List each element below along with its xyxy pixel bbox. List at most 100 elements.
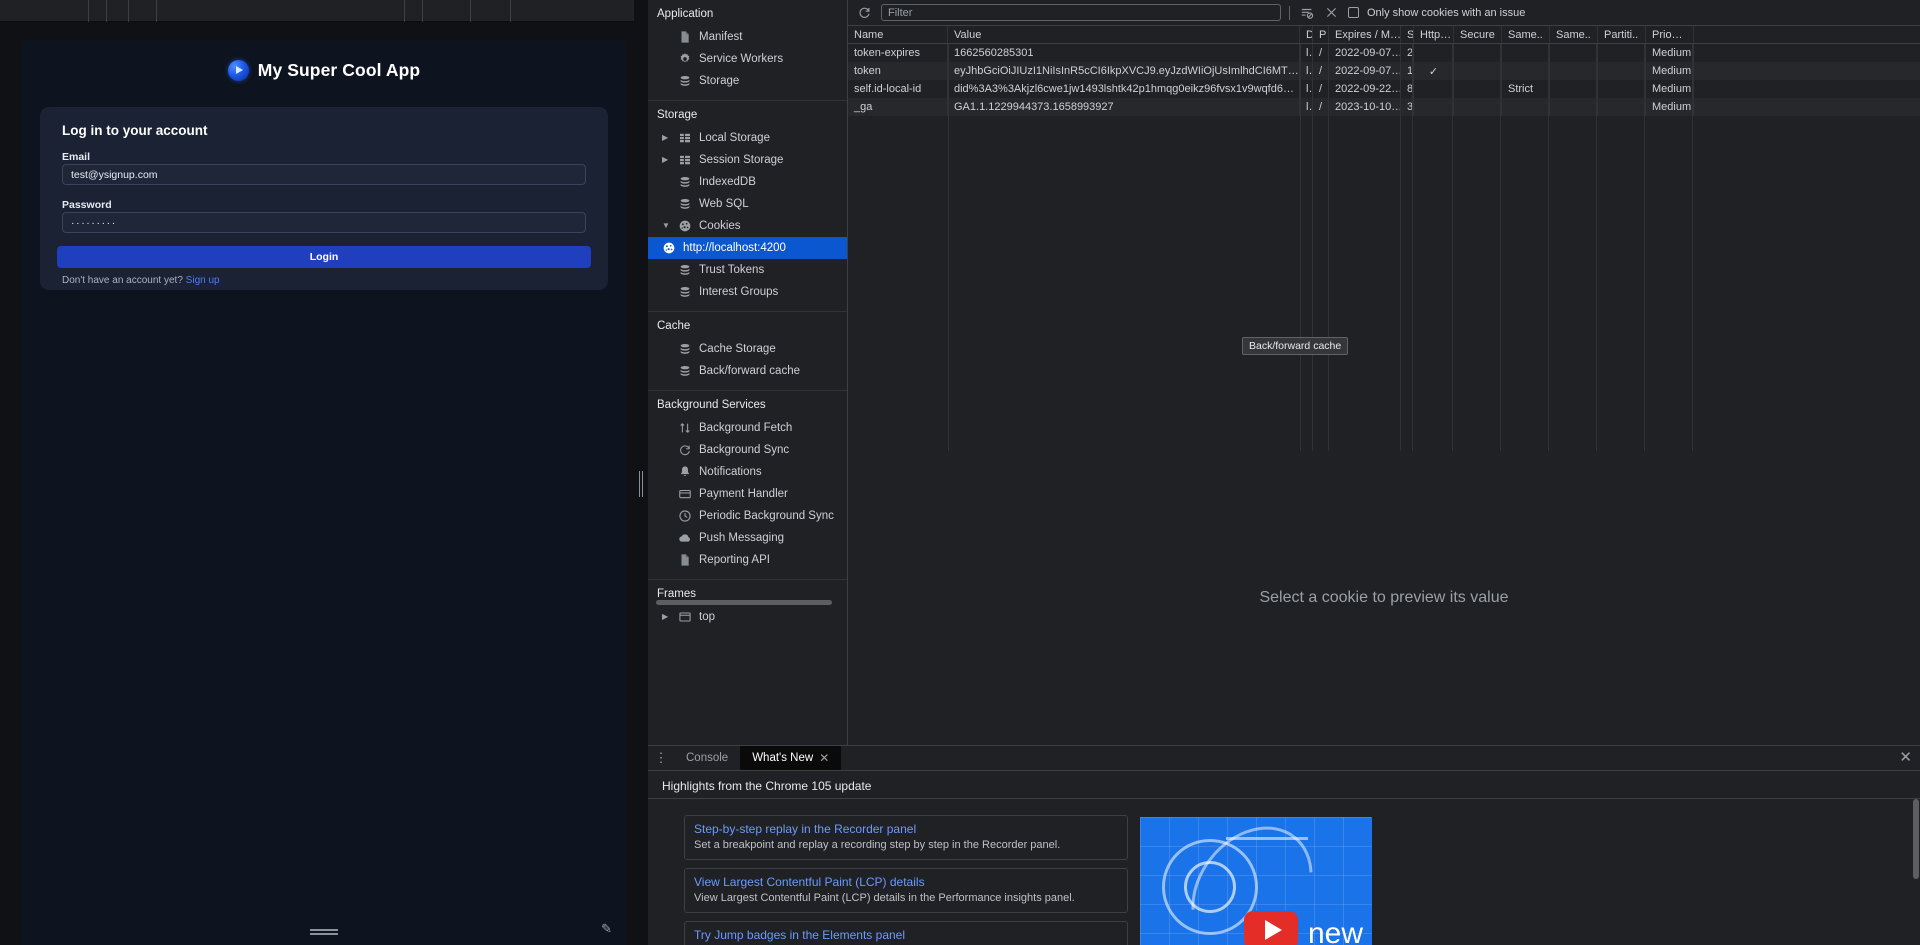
table-empty-row	[848, 304, 1920, 322]
drawer-scrollbar[interactable]	[1913, 799, 1919, 879]
password-field[interactable]	[62, 212, 586, 233]
sidebar-item-background-fetch[interactable]: ▶Background Fetch	[648, 417, 847, 439]
sidebar-item-payment-handler[interactable]: ▶Payment Handler	[648, 483, 847, 505]
close-icon[interactable]	[1323, 4, 1340, 21]
column-header[interactable]: Http…	[1414, 26, 1454, 43]
drawer-tab-console[interactable]: Console	[674, 746, 740, 770]
column-header[interactable]: Value	[948, 26, 1300, 43]
cell-d: l…	[1300, 44, 1313, 62]
whats-new-video-thumbnail[interactable]: new	[1140, 817, 1372, 945]
password-label: Password	[62, 199, 112, 211]
cell-value: GA1.1.1229944373.1658993927	[948, 98, 1300, 116]
column-header[interactable]: Same..	[1502, 26, 1550, 43]
sidebar-item-local-storage[interactable]: ▶ Local Storage	[648, 127, 847, 149]
sidebar-group-cache: Cache ▶Cache Storage▶Back/forward cache	[648, 312, 847, 391]
cell-value: 1662560285301	[948, 44, 1300, 62]
whats-new-card-title[interactable]: View Largest Contentful Paint (LCP) deta…	[694, 875, 1118, 889]
chevron-right-icon[interactable]: ▶	[662, 613, 671, 621]
panel-splitter[interactable]	[634, 0, 648, 945]
cell-p: /	[1313, 62, 1329, 80]
app-header: My Super Cool App	[22, 40, 626, 100]
sidebar-item-http-localhost-4200[interactable]: ▶http://localhost:4200	[648, 237, 847, 259]
chevron-right-icon[interactable]: ▶	[662, 134, 671, 142]
sidebar-item-web-sql[interactable]: ▶Web SQL	[648, 193, 847, 215]
signup-row: Don't have an account yet? Sign up	[62, 275, 220, 286]
sidebar-item-storage[interactable]: ▶Storage	[648, 70, 847, 92]
app-title: My Super Cool App	[257, 59, 421, 80]
resize-handle[interactable]	[310, 929, 338, 935]
cell-sameparty	[1550, 44, 1598, 62]
column-header[interactable]: P	[1313, 26, 1329, 43]
sidebar-group-application: Application ▶Manifest▶Service Workers▶Sto…	[648, 0, 847, 101]
drawer-tab-close-icon[interactable]: ✕	[819, 751, 829, 765]
table-row[interactable]: self.id-local-id did%3A3%3Akjzl6cwe1jw149…	[848, 80, 1920, 98]
sidebar-item-periodic-background-sync[interactable]: ▶Periodic Background Sync	[648, 505, 847, 527]
table-row[interactable]: token-expires1662560285301l…/2022-09-07……	[848, 44, 1920, 62]
cell-p: /	[1313, 44, 1329, 62]
sidebar-item-cache-storage[interactable]: ▶Cache Storage	[648, 338, 847, 360]
sidebar-item-service-workers[interactable]: ▶Service Workers	[648, 48, 847, 70]
sidebar-item-background-sync[interactable]: ▶Background Sync	[648, 439, 847, 461]
whats-new-card-title[interactable]: Try Jump badges in the Elements panel	[694, 928, 1118, 942]
login-button[interactable]: Login	[57, 246, 591, 268]
column-header[interactable]: Prio…	[1646, 26, 1694, 43]
chevron-down-icon[interactable]: ▼	[662, 222, 671, 230]
sidebar-item-top[interactable]: ▶ top	[648, 606, 847, 628]
sidebar-item-label: http://localhost:4200	[683, 242, 786, 254]
column-header[interactable]: Expires / M…	[1329, 26, 1401, 43]
edit-pencil-icon[interactable]: ✎	[601, 921, 612, 937]
column-header[interactable]: Secure	[1454, 26, 1502, 43]
signup-link[interactable]: Sign up	[186, 275, 220, 286]
sidebar-item-interest-groups[interactable]: ▶Interest Groups	[648, 281, 847, 303]
splitter-grip[interactable]	[639, 471, 643, 497]
drawer-close-icon[interactable]: ✕	[1899, 750, 1912, 765]
column-header[interactable]: D	[1300, 26, 1313, 43]
sidebar-item-push-messaging[interactable]: ▶Push Messaging	[648, 527, 847, 549]
sidebar-horizontal-scrollbar[interactable]	[656, 600, 832, 605]
sidebar-item-manifest[interactable]: ▶Manifest	[648, 26, 847, 48]
table-empty-row	[848, 196, 1920, 214]
login-card: Log in to your account Email Password Lo…	[40, 107, 608, 290]
cell-sameparty	[1550, 80, 1598, 98]
filter-input[interactable]	[881, 4, 1281, 21]
clear-filter-icon[interactable]	[1298, 4, 1315, 21]
table-empty-row	[848, 142, 1920, 160]
whats-new-card[interactable]: View Largest Contentful Paint (LCP) deta…	[684, 868, 1128, 913]
whats-new-card[interactable]: Step-by-step replay in the Recorder pane…	[684, 815, 1128, 860]
sidebar-item-cookies[interactable]: ▼ Cookies	[648, 215, 847, 237]
sidebar-item-session-storage[interactable]: ▶ Session Storage	[648, 149, 847, 171]
more-vertical-icon[interactable]: ⋮	[648, 746, 674, 770]
table-rows[interactable]: token-expires1662560285301l…/2022-09-07……	[848, 44, 1920, 116]
application-sidebar[interactable]: Application▶Manifest▶Service Workers▶Sto…	[648, 0, 848, 745]
table-empty-area	[848, 124, 1920, 451]
drawer-tab-whats-new[interactable]: What's New ✕	[740, 746, 842, 770]
column-header[interactable]: Partiti..	[1598, 26, 1646, 43]
drawer-tabs[interactable]: ⋮ Console What's New ✕ ✕	[648, 746, 1920, 771]
refresh-icon[interactable]	[856, 4, 873, 21]
play-icon[interactable]	[1244, 911, 1298, 945]
table-row[interactable]: token eyJhbGciOiJIUzI1NiIsInR5cCI6IkpXVCJ…	[848, 62, 1920, 80]
table-header-row[interactable]: NameValueDPExpires / M…SHttp…SecureSame.…	[848, 26, 1920, 44]
cell-partition	[1598, 62, 1646, 80]
sidebar-item-notifications[interactable]: ▶Notifications	[648, 461, 847, 483]
whats-new-card[interactable]: Try Jump badges in the Elements panel	[684, 921, 1128, 945]
whats-new-card-title[interactable]: Step-by-step replay in the Recorder pane…	[694, 822, 1118, 836]
login-heading: Log in to your account	[62, 123, 208, 138]
column-header[interactable]: Same..	[1550, 26, 1598, 43]
column-header[interactable]: S	[1401, 26, 1414, 43]
devtools-drawer: ⋮ Console What's New ✕ ✕ Highlights from…	[648, 745, 1920, 945]
browser-tabstrip[interactable]	[0, 0, 648, 22]
chevron-right-icon[interactable]: ▶	[662, 156, 671, 164]
sidebar-item-indexeddb[interactable]: ▶IndexedDB	[648, 171, 847, 193]
email-field[interactable]	[62, 164, 586, 185]
cookies-table[interactable]: NameValueDPExpires / M…SHttp…SecureSame.…	[848, 26, 1920, 451]
table-empty-row	[848, 268, 1920, 286]
only-issues-checkbox[interactable]	[1348, 7, 1359, 18]
sidebar-item-trust-tokens[interactable]: ▶Trust Tokens	[648, 259, 847, 281]
sidebar-item-reporting-api[interactable]: ▶Reporting API	[648, 549, 847, 571]
sidebar-item-back-forward-cache[interactable]: ▶Back/forward cache	[648, 360, 847, 382]
whats-new-headline: Highlights from the Chrome 105 update	[662, 779, 872, 793]
table-row[interactable]: _gaGA1.1.1229944373.1658993927l…/2023-10…	[848, 98, 1920, 116]
sidebar-item-label: Periodic Background Sync	[699, 510, 834, 522]
column-header[interactable]: Name	[848, 26, 948, 43]
